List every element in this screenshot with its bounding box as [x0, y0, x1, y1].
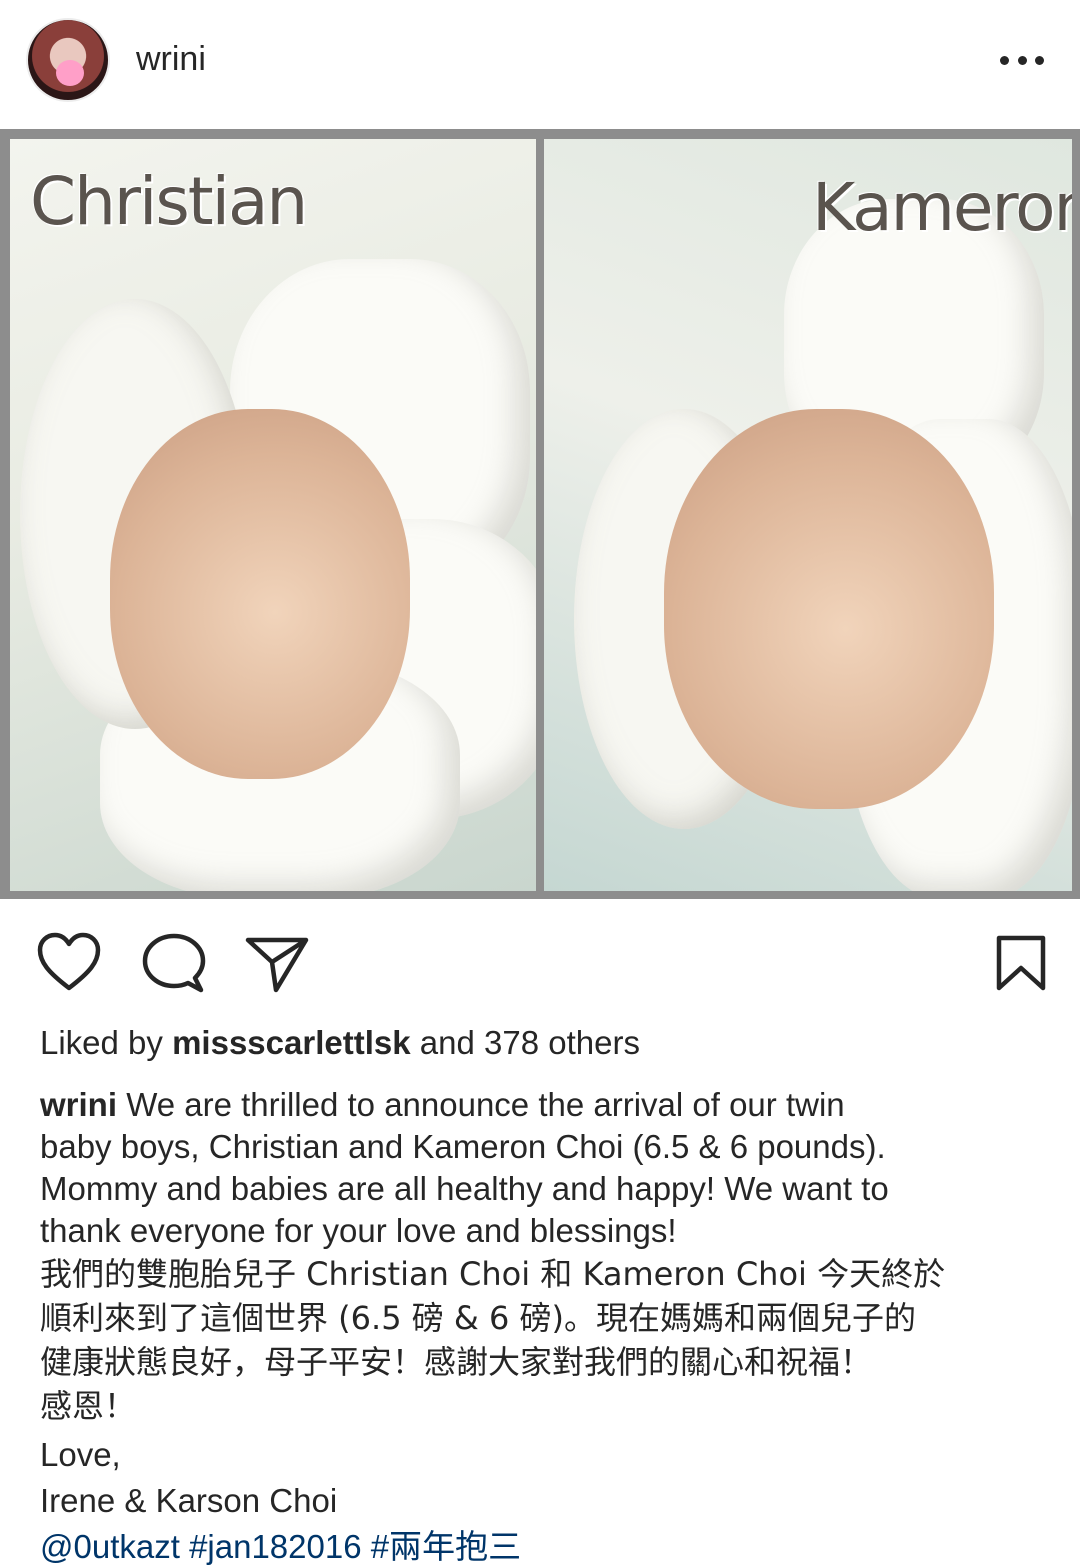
bubble-gum [56, 60, 84, 86]
send-icon[interactable] [244, 934, 310, 994]
name-label-christian: Christian [30, 163, 308, 240]
likes-prefix: Liked by [40, 1024, 163, 1061]
bookmark-icon[interactable] [994, 934, 1048, 992]
post-photo[interactable]: Christian Kameron [0, 129, 1080, 899]
caption-zh-line: 健康狀態良好，母子平安！感謝大家對我們的關心和祝福！ [40, 1343, 873, 1381]
caption-zh-line: 我們的雙胞胎兒子 Christian Choi 和 Kameron Choi 今… [40, 1255, 946, 1293]
caption-en-line: Mommy and babies are all healthy and hap… [40, 1170, 889, 1207]
name-label-kameron: Kameron [812, 169, 1072, 246]
caption-line-1: wrini We are thrilled to announce the ar… [40, 1084, 1050, 1126]
comment-icon[interactable] [142, 932, 206, 994]
caption-en-line: thank everyone for your love and blessin… [40, 1212, 677, 1249]
action-bar [0, 918, 1080, 1008]
photo-panel-kameron: Kameron [544, 139, 1072, 891]
caption-en-line: We are thrilled to announce the arrival … [126, 1086, 845, 1123]
post-caption: wrini We are thrilled to announce the ar… [40, 1084, 1050, 1565]
caption-username[interactable]: wrini [40, 1086, 117, 1123]
more-horizontal-icon[interactable] [1000, 50, 1044, 70]
post-username[interactable]: wrini [136, 40, 206, 79]
heart-icon[interactable] [36, 932, 102, 992]
caption-en-line: baby boys, Christian and Kameron Choi (6… [40, 1128, 886, 1165]
caption-zh-line: 感恩！ [40, 1387, 137, 1425]
post-header: wrini [0, 0, 1080, 124]
liked-by-user[interactable]: missscarlettlsk [172, 1024, 411, 1061]
likes-summary[interactable]: Liked by missscarlettlsk and 378 others [40, 1024, 640, 1062]
avatar[interactable] [26, 18, 110, 102]
caption-zh-line: 順利來到了這個世界 (6.5 磅 & 6 磅)。現在媽媽和兩個兒子的 [40, 1299, 917, 1337]
caption-signature: Irene & Karson Choi [40, 1482, 338, 1519]
caption-hashtags[interactable]: @0utkazt #jan182016 #兩年抱三 [40, 1526, 1050, 1565]
caption-sign-off: Love, [40, 1436, 121, 1473]
photo-panel-christian: Christian [10, 139, 536, 891]
likes-suffix[interactable]: and 378 others [420, 1024, 640, 1061]
